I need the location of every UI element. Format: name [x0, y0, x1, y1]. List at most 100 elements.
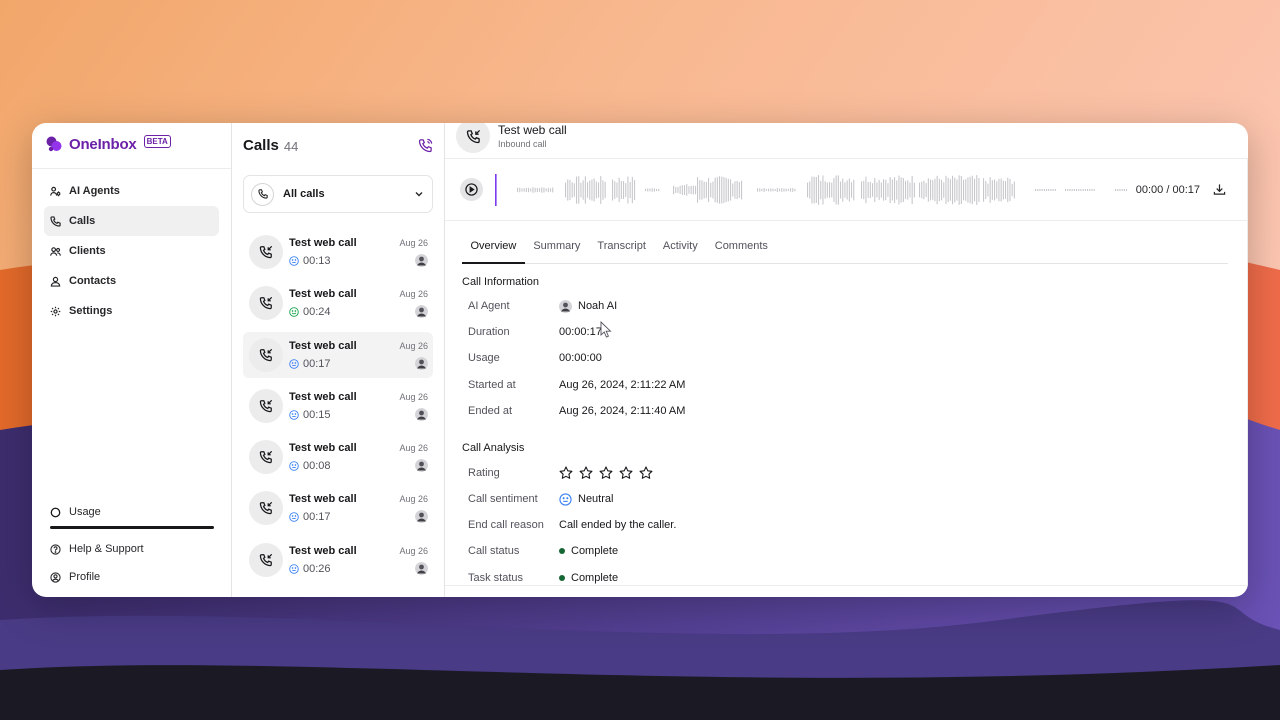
call-analysis-title: Call Analysis: [462, 442, 525, 454]
rating-stars[interactable]: [559, 466, 653, 480]
phone-call-icon[interactable]: [418, 138, 433, 153]
waveform-bar: [741, 180, 743, 200]
waveform-bar: [1011, 183, 1013, 197]
sidebar-item-contacts[interactable]: Contacts: [44, 266, 219, 296]
call-list-item[interactable]: Test web call 00:24 Aug 26: [243, 280, 433, 326]
call-item-duration-value: 00:24: [303, 306, 331, 319]
divider: [445, 585, 1248, 586]
call-list-item[interactable]: Test web call 00:13 Aug 26: [243, 229, 433, 275]
waveform-bar: [865, 176, 867, 204]
filter-value: All calls: [283, 188, 325, 200]
waveform-bar: [958, 175, 960, 205]
call-item-duration: 00:24: [289, 306, 331, 318]
waveform-bar: [627, 176, 629, 204]
tab-activity[interactable]: Activity: [654, 232, 706, 264]
waveform-bar: [880, 182, 882, 198]
star-icon[interactable]: [579, 466, 593, 480]
waveform-bar: [612, 179, 614, 201]
sidebar-item-label: Settings: [69, 305, 113, 317]
call-list-item[interactable]: Test web call 00:15 Aug 26: [243, 383, 433, 429]
waveform-bar: [925, 183, 927, 197]
waveform-bar: [971, 175, 973, 205]
waveform-bar: [923, 180, 925, 200]
waveform-bar: [885, 179, 887, 201]
waveform-bar: [1126, 189, 1127, 191]
waveform-bar: [523, 188, 525, 192]
waveform-bar: [719, 176, 721, 204]
tab-summary[interactable]: Summary: [525, 232, 589, 264]
waveform-bar: [623, 181, 625, 199]
sidebar-item-settings[interactable]: Settings: [44, 296, 219, 326]
waveform-bar: [634, 180, 636, 200]
download-icon[interactable]: [1213, 183, 1226, 196]
waveform-bar: [625, 183, 627, 197]
call-list-item[interactable]: Test web call 00:26 Aug 26: [243, 537, 433, 583]
waveform-bar: [651, 188, 653, 192]
sidebar-item-ai-agents[interactable]: AI Agents: [44, 176, 219, 206]
sidebar-item-usage[interactable]: Usage: [44, 498, 219, 526]
waveform-bar: [734, 181, 736, 199]
tab-comments[interactable]: Comments: [706, 232, 776, 264]
waveform-bar: [569, 179, 571, 200]
waveform-bar: [686, 184, 688, 196]
end-reason-value: Call ended by the caller.: [559, 519, 677, 531]
star-icon[interactable]: [619, 466, 633, 480]
waveform-bar: [1050, 189, 1052, 191]
call-list-item[interactable]: Test web call 00:08 Aug 26: [243, 434, 433, 480]
waveform-bar: [1054, 189, 1056, 191]
waveform-bar: [941, 179, 943, 201]
waveform-bar: [919, 182, 921, 198]
star-icon[interactable]: [639, 466, 653, 480]
waveform-bar: [598, 182, 600, 198]
call-title: Test web call: [498, 123, 567, 137]
row-duration: Duration 00:00:17: [468, 324, 602, 340]
brand[interactable]: OneInbox BETA: [45, 134, 171, 153]
sidebar-item-calls[interactable]: Calls: [44, 206, 219, 236]
waveform-bar: [894, 177, 896, 203]
sidebar-item-clients[interactable]: Clients: [44, 236, 219, 266]
waveform-bar: [1035, 189, 1037, 191]
waveform-bar: [938, 178, 940, 202]
agent-avatar: [415, 459, 428, 473]
waveform-bar: [1005, 181, 1007, 199]
sidebar-item-profile[interactable]: Profile: [44, 563, 219, 591]
waveform-bar: [536, 188, 538, 193]
filter-phone-icon: [251, 182, 274, 206]
calls-filter-select[interactable]: All calls: [243, 175, 433, 213]
waveform-bar: [730, 179, 732, 201]
waveform-bar: [945, 175, 947, 205]
row-end-call-reason: End call reason Call ended by the caller…: [468, 517, 676, 533]
star-icon[interactable]: [559, 466, 573, 480]
waveform-bar: [883, 179, 885, 201]
call-list-item[interactable]: Test web call 00:17 Aug 26: [243, 485, 433, 531]
waveform-bar: [571, 182, 573, 198]
sidebar-item-help[interactable]: Help & Support: [44, 535, 219, 563]
scrollbar-track[interactable]: [1247, 158, 1248, 597]
sentiment-icon: [289, 256, 299, 266]
waveform-bar: [1117, 189, 1119, 191]
waveform-bar: [776, 188, 778, 192]
waveform-bar: [736, 180, 738, 199]
star-icon[interactable]: [599, 466, 613, 480]
profile-label: Profile: [69, 571, 101, 583]
waveform-bar: [905, 181, 907, 199]
tab-overview[interactable]: Overview: [462, 232, 525, 264]
play-button[interactable]: [460, 178, 483, 201]
app-window: OneInbox BETA AI Agents Calls Clients Co…: [32, 123, 1248, 597]
waveform-bar: [869, 181, 871, 199]
waveform-bar: [831, 182, 833, 198]
call-list-item[interactable]: Test web call 00:17 Aug 26: [243, 331, 433, 378]
waveform-bar: [697, 177, 699, 203]
waveform-bar: [921, 181, 923, 199]
inbound-call-icon: [249, 440, 283, 475]
tab-transcript[interactable]: Transcript: [589, 232, 655, 264]
waveform-bar: [889, 177, 891, 203]
waveform-bar: [996, 181, 998, 199]
waveform-bar: [833, 178, 835, 202]
waveform-bar: [902, 178, 904, 202]
waveform-bar: [759, 188, 761, 192]
sidebar: OneInbox BETA AI Agents Calls Clients Co…: [32, 123, 232, 597]
audio-waveform[interactable]: [495, 173, 1127, 207]
waveform-bar: [541, 187, 543, 193]
calls-panel: Calls 44 All calls Test web call 00:13 Aug…: [232, 123, 445, 597]
